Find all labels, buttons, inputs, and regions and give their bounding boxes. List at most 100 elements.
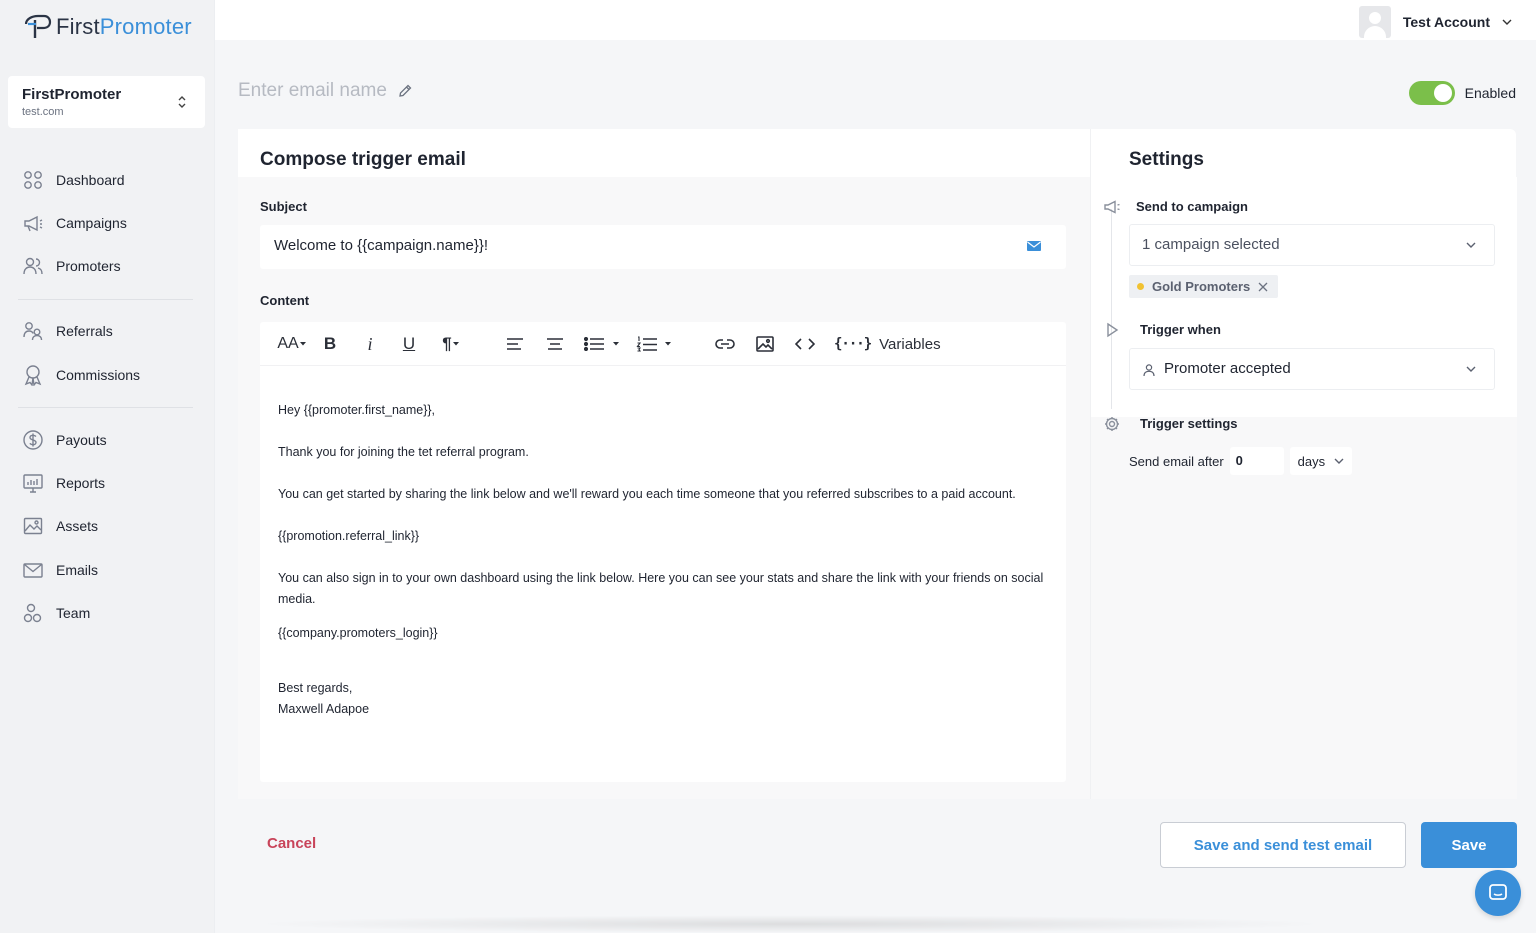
sidebar-item-label: Dashboard: [56, 172, 125, 188]
sidebar-item-emails[interactable]: Emails: [22, 558, 98, 582]
chip-label: Gold Promoters: [1152, 279, 1251, 294]
sidebar-item-reports[interactable]: Reports: [22, 471, 105, 495]
paragraph-button[interactable]: ¶: [436, 332, 466, 356]
bullet-list-icon: [584, 337, 604, 351]
italic-button[interactable]: i: [360, 332, 380, 356]
compose-body: Subject Welcome to {{campaign.name}}! Co…: [238, 177, 1090, 799]
code-icon: [795, 338, 815, 350]
numbered-list-icon: [636, 336, 657, 352]
sidebar-item-label: Emails: [56, 562, 99, 578]
save-button[interactable]: Save: [1421, 822, 1517, 868]
sidebar: FirstPromoter FirstPromoter test.com Das…: [0, 0, 215, 933]
caret-down-icon: [299, 342, 306, 346]
sidebar-item-assets[interactable]: Assets: [22, 514, 98, 538]
subject-value: Welcome to {{campaign.name}}!: [274, 237, 489, 254]
sidebar-item-campaigns[interactable]: Campaigns: [22, 211, 127, 235]
underline-button[interactable]: U: [398, 332, 420, 356]
rich-text-editor[interactable]: AA B i U ¶ {···} Variables Hey {{promote…: [260, 322, 1066, 782]
sidebar-item-label: Reports: [56, 475, 106, 491]
chat-icon: [1489, 884, 1507, 900]
dollar-icon: [23, 430, 43, 450]
code-button[interactable]: [794, 332, 816, 356]
subject-label: Subject: [260, 199, 307, 214]
chat-launcher[interactable]: [1475, 870, 1521, 916]
org-switcher[interactable]: FirstPromoter test.com: [8, 76, 205, 128]
sidebar-item-label: Commissions: [56, 367, 141, 383]
font-size-label: AA: [277, 335, 299, 352]
enabled-toggle[interactable]: [1408, 81, 1455, 105]
align-left-button[interactable]: [504, 332, 526, 356]
megaphone-icon: [1103, 198, 1121, 216]
numbered-list-button[interactable]: [634, 332, 674, 356]
chevron-down-icon: [1334, 458, 1344, 464]
caret-down-icon: [613, 342, 619, 346]
font-size-button[interactable]: AA: [276, 332, 308, 356]
campaign-chip: Gold Promoters: [1129, 275, 1279, 298]
sidebar-item-payouts[interactable]: Payouts: [22, 428, 107, 452]
chevron-up-down-icon: [178, 96, 186, 108]
sidebar-item-commissions[interactable]: Commissions: [22, 363, 140, 387]
paragraph-label: ¶: [442, 334, 452, 353]
email-name-field[interactable]: Enter email name: [238, 80, 413, 102]
timeline-line: [1111, 209, 1112, 409]
nav-divider: [18, 407, 193, 408]
settings-panel: Settings Send to campaign 1 campaign sel…: [1090, 129, 1517, 799]
send-after-input[interactable]: 0: [1229, 447, 1284, 475]
sidebar-item-promoters[interactable]: Promoters: [22, 254, 121, 278]
body-line: Thank you for joining the tet referral p…: [278, 445, 529, 459]
logo[interactable]: FirstPromoter: [22, 12, 192, 42]
sidebar-item-label: Promoters: [56, 258, 121, 274]
email-body[interactable]: Hey {{promoter.first_name}}, Thank you f…: [278, 400, 1048, 720]
align-center-icon: [547, 338, 563, 350]
org-domain: test.com: [22, 106, 64, 118]
close-icon[interactable]: [1258, 282, 1268, 292]
trigger-select[interactable]: Promoter accepted: [1129, 348, 1495, 390]
caret-down-icon: [452, 342, 459, 346]
image-icon: [23, 517, 43, 535]
nav-divider: [18, 299, 193, 300]
send-to-campaign-label: Send to campaign: [1136, 199, 1248, 214]
email-preview-icon[interactable]: [1026, 239, 1042, 253]
campaign-select-value: 1 campaign selected: [1142, 236, 1280, 253]
trigger-when-label: Trigger when: [1140, 322, 1221, 337]
cancel-button[interactable]: Cancel: [267, 835, 316, 852]
bold-button[interactable]: B: [320, 332, 340, 356]
insert-image-button[interactable]: [754, 332, 776, 356]
chevron-down-icon: [1502, 19, 1512, 25]
gear-icon: [1103, 415, 1121, 433]
sidebar-item-dashboard[interactable]: Dashboard: [22, 168, 125, 192]
campaign-select[interactable]: 1 campaign selected: [1129, 224, 1495, 266]
send-after-label: Send email after: [1129, 453, 1224, 469]
logo-text: FirstPromoter: [56, 14, 192, 39]
bullet-list-button[interactable]: [582, 332, 622, 356]
save-and-send-test-button[interactable]: Save and send test email: [1160, 822, 1406, 868]
sidebar-item-label: Campaigns: [56, 215, 127, 231]
body-line: You can also sign in to your own dashboa…: [278, 571, 1044, 606]
trigger-settings-label: Trigger settings: [1140, 416, 1238, 431]
link-button[interactable]: [714, 332, 736, 356]
bottom-shadow: [250, 915, 1330, 933]
send-after-unit-value: days: [1297, 453, 1326, 469]
dashboard-icon: [24, 171, 42, 189]
monitor-chart-icon: [23, 474, 43, 493]
editor-toolbar: AA B i U ¶ {···} Variables: [260, 322, 1066, 366]
variables-button[interactable]: {···} Variables: [834, 332, 941, 356]
subject-input[interactable]: Welcome to {{campaign.name}}!: [260, 225, 1066, 269]
pencil-icon[interactable]: [397, 83, 413, 99]
sidebar-item-team[interactable]: Team: [22, 601, 90, 625]
compose-panel: Compose trigger email Subject Welcome to…: [238, 129, 1090, 799]
body-line: {{promotion.referral_link}}: [278, 529, 420, 543]
sidebar-item-referrals[interactable]: Referrals: [22, 319, 113, 343]
logo-mark-icon: [24, 14, 52, 38]
align-left-icon: [507, 338, 523, 350]
sidebar-item-label: Assets: [56, 518, 99, 534]
email-editor-card: Compose trigger email Subject Welcome to…: [238, 129, 1517, 799]
send-after-unit-select[interactable]: days: [1289, 447, 1352, 475]
account-name: Test Account: [1402, 14, 1490, 30]
megaphone-icon: [24, 215, 43, 232]
enabled-toggle-group: Enabled: [1408, 81, 1516, 105]
align-center-button[interactable]: [544, 332, 566, 356]
award-icon: [24, 365, 42, 386]
account-menu[interactable]: Test Account: [1358, 6, 1512, 38]
body-line: Maxwell Adapoe: [278, 702, 370, 716]
